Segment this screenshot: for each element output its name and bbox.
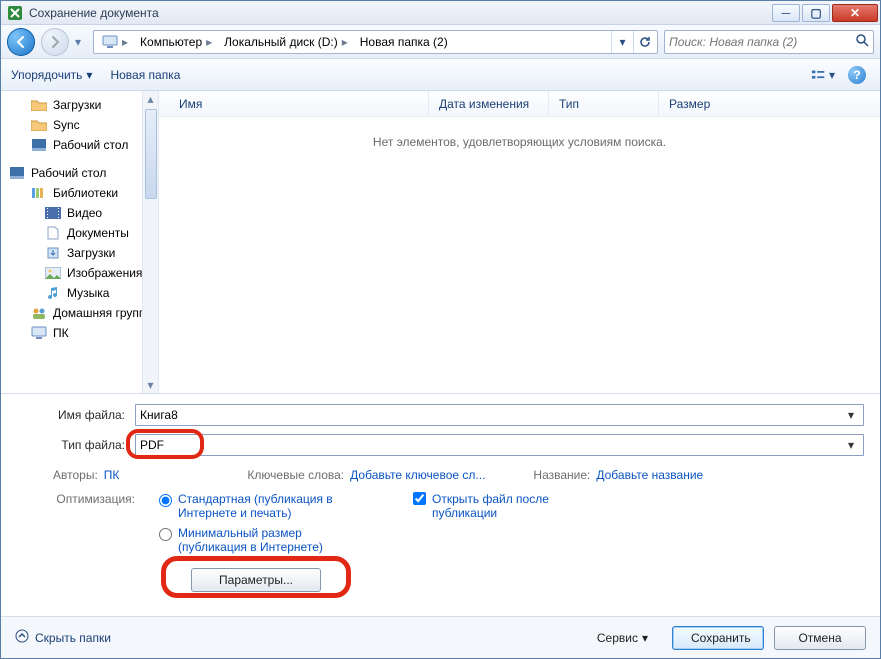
search-input[interactable]: [669, 35, 851, 49]
history-dropdown-icon[interactable]: ▾: [75, 35, 87, 49]
optimization-label: Оптимизация:: [53, 492, 135, 506]
filename-dropdown-icon[interactable]: ▾: [843, 408, 859, 422]
scroll-up-icon[interactable]: ▴: [143, 91, 158, 107]
sidebar-item-downloads-lib[interactable]: Загрузки: [1, 243, 158, 263]
view-options-button[interactable]: ▾: [810, 64, 836, 86]
authors-value[interactable]: ПК: [104, 468, 120, 482]
keywords-value[interactable]: Добавьте ключевое сл...: [350, 468, 485, 482]
filename-input[interactable]: [140, 408, 843, 422]
organize-menu[interactable]: Упорядочить ▾: [11, 68, 92, 82]
sidebar-item-video[interactable]: Видео: [1, 203, 158, 223]
column-headers: Имя Дата изменения Тип Размер: [159, 91, 880, 117]
homegroup-icon: [31, 306, 47, 320]
music-icon: [45, 286, 61, 300]
documents-icon: [45, 226, 61, 240]
cancel-button[interactable]: Отмена: [774, 626, 866, 650]
filetype-input[interactable]: [140, 438, 843, 452]
breadcrumb-computer[interactable]: Компьютер▸: [134, 31, 218, 53]
meta-authors: Авторы: ПК: [53, 468, 119, 482]
save-button[interactable]: Сохранить: [672, 626, 764, 650]
chevron-up-icon: [15, 629, 29, 646]
computer-icon: [31, 326, 47, 340]
sidebar-item-libraries[interactable]: Библиотеки: [1, 183, 158, 203]
sidebar-item-music[interactable]: Музыка: [1, 283, 158, 303]
hide-folders-link[interactable]: Скрыть папки: [15, 629, 111, 646]
downloads-icon: [45, 246, 61, 260]
libraries-icon: [31, 186, 47, 200]
sidebar-item-downloads[interactable]: Загрузки: [1, 95, 158, 115]
checkbox-open-after[interactable]: Открыть файл после публикации: [413, 492, 613, 520]
refresh-button[interactable]: [633, 31, 655, 53]
save-dialog-window: Сохранение документа ─ ▢ ✕ ▾ ▸ Компьютер…: [0, 0, 881, 659]
folder-icon: [31, 118, 47, 132]
metadata-row: Авторы: ПК Ключевые слова: Добавьте ключ…: [17, 464, 864, 492]
sidebar-scrollbar[interactable]: ▴ ▾: [142, 91, 158, 393]
filename-field[interactable]: ▾: [135, 404, 864, 426]
chevron-down-icon: ▾: [86, 68, 92, 82]
desktop-icon: [31, 138, 47, 152]
breadcrumb-folder[interactable]: Новая папка (2): [354, 31, 454, 53]
column-type[interactable]: Тип: [549, 91, 659, 116]
navigation-tree: Загрузки Sync Рабочий стол Рабочий стол …: [1, 91, 159, 393]
chevron-down-icon: ▾: [642, 631, 648, 645]
sidebar-item-homegroup[interactable]: Домашняя групп: [1, 303, 158, 323]
scroll-down-icon[interactable]: ▾: [143, 377, 158, 393]
close-button[interactable]: ✕: [832, 4, 878, 22]
search-icon[interactable]: [851, 33, 869, 50]
filename-label: Имя файла:: [17, 408, 135, 422]
dialog-footer: Скрыть папки Сервис ▾ Сохранить Отмена: [1, 616, 880, 658]
options-button[interactable]: Параметры...: [191, 568, 321, 592]
toolbar: Упорядочить ▾ Новая папка ▾ ?: [1, 59, 880, 91]
breadcrumb-root-icon[interactable]: ▸: [96, 31, 134, 53]
help-icon: ?: [848, 66, 866, 84]
radio-standard[interactable]: Стандартная (публикация в Интернете и пе…: [159, 492, 349, 520]
titlebar: Сохранение документа ─ ▢ ✕: [1, 1, 880, 25]
title-value[interactable]: Добавьте название: [596, 468, 703, 482]
optimization-row: Оптимизация: Стандартная (публикация в И…: [17, 492, 864, 554]
tools-menu[interactable]: Сервис ▾: [597, 631, 648, 645]
app-icon: [7, 5, 23, 21]
folder-icon: [31, 98, 47, 112]
empty-list-message: Нет элементов, удовлетворяющих условиям …: [159, 117, 880, 393]
filetype-dropdown-icon[interactable]: ▾: [843, 438, 859, 452]
sidebar-item-pictures[interactable]: Изображения: [1, 263, 158, 283]
breadcrumb-dropdown-button[interactable]: ▾: [611, 31, 633, 53]
file-list-area: Имя Дата изменения Тип Размер Нет элемен…: [159, 91, 880, 393]
minimize-button[interactable]: ─: [772, 4, 800, 22]
scroll-thumb[interactable]: [145, 109, 157, 199]
sidebar-item-documents[interactable]: Документы: [1, 223, 158, 243]
sidebar-item-sync[interactable]: Sync: [1, 115, 158, 135]
main-area: Загрузки Sync Рабочий стол Рабочий стол …: [1, 91, 880, 393]
column-name[interactable]: Имя: [169, 91, 429, 116]
column-date[interactable]: Дата изменения: [429, 91, 549, 116]
help-button[interactable]: ?: [844, 64, 870, 86]
checkbox-open-after-input[interactable]: [413, 492, 426, 505]
sidebar-item-desktop-root[interactable]: Рабочий стол: [1, 163, 158, 183]
radio-standard-input[interactable]: [159, 494, 172, 507]
window-controls: ─ ▢ ✕: [770, 4, 878, 22]
maximize-button[interactable]: ▢: [802, 4, 830, 22]
meta-keywords: Ключевые слова: Добавьте ключевое сл...: [247, 468, 485, 482]
search-box[interactable]: [664, 30, 874, 54]
filetype-field[interactable]: ▾: [135, 434, 864, 456]
desktop-icon: [9, 166, 25, 180]
meta-title: Название: Добавьте название: [533, 468, 703, 482]
radio-minimal[interactable]: Минимальный размер (публикация в Интерне…: [159, 526, 349, 554]
forward-button[interactable]: [41, 28, 69, 56]
back-button[interactable]: [7, 28, 35, 56]
sidebar-item-desktop-quick[interactable]: Рабочий стол: [1, 135, 158, 155]
sidebar-item-pc[interactable]: ПК: [1, 323, 158, 343]
filetype-label: Тип файла:: [17, 438, 135, 452]
breadcrumb-drive[interactable]: Локальный диск (D:)▸: [218, 31, 354, 53]
window-title: Сохранение документа: [29, 6, 770, 20]
pictures-icon: [45, 266, 61, 280]
radio-minimal-input[interactable]: [159, 528, 172, 541]
save-form: Имя файла: ▾ Тип файла: ▾ Авторы: ПК Клю…: [1, 394, 880, 616]
column-size[interactable]: Размер: [659, 91, 759, 116]
video-icon: [45, 206, 61, 220]
navigation-bar: ▾ ▸ Компьютер▸ Локальный диск (D:)▸ Нова…: [1, 25, 880, 59]
breadcrumb[interactable]: ▸ Компьютер▸ Локальный диск (D:)▸ Новая …: [93, 30, 658, 54]
new-folder-button[interactable]: Новая папка: [110, 68, 180, 82]
